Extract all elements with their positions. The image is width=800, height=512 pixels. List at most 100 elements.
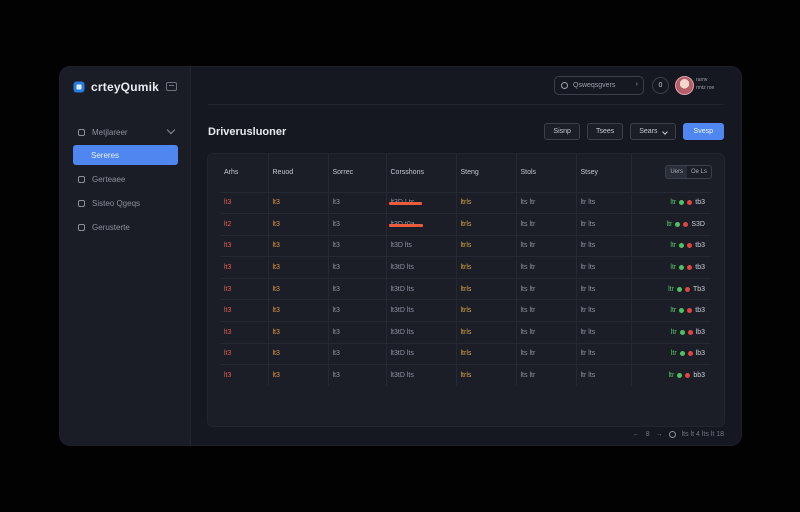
- item-icon: [78, 175, 85, 183]
- status-dot-icon: [679, 243, 685, 249]
- logo-icon: [73, 81, 85, 93]
- column-header[interactable]: Steng: [455, 154, 516, 192]
- cell-value: lt3tD lts: [390, 307, 414, 315]
- cell-value: lt3: [224, 285, 232, 293]
- cell-value: lt3: [272, 199, 280, 207]
- status-cell: ltr tb3: [630, 256, 711, 279]
- cell-value: ltr lts: [580, 372, 596, 380]
- sidebar-item-2[interactable]: Gerteaee: [73, 169, 178, 189]
- cell-value: lt3: [332, 220, 340, 228]
- cell-value: lt3: [272, 372, 280, 380]
- page-number[interactable]: 8: [646, 431, 650, 438]
- status-value: ltr: [670, 350, 677, 358]
- cell-value: ltrls: [460, 199, 472, 207]
- table-cell: lts ltr: [515, 299, 576, 322]
- table-row[interactable]: lt2 lt3 lt3 lt3D t0a ltrls lts ltr ltr lts ltr S…: [220, 213, 711, 236]
- status-dot-icon: [679, 200, 685, 206]
- search-input[interactable]: Qsweqsgvers ›: [554, 76, 644, 95]
- table-row[interactable]: lt3 lt3 lt3 lt3tD lts ltrls lts ltr ltr lts ltr…: [220, 299, 711, 322]
- column-header[interactable]: Corsshons: [385, 154, 456, 192]
- table-cell: ltr lts: [575, 256, 631, 279]
- status-code: S3D: [691, 220, 705, 228]
- table-row[interactable]: lt3 lt3 lt3 lt3tD lts ltrls lts ltr ltr lts ltr…: [220, 321, 711, 344]
- avatar[interactable]: [675, 76, 694, 95]
- table-cell: lts ltr: [515, 256, 576, 279]
- cell-value: lt3: [332, 264, 340, 272]
- search-placeholder: Qsweqsgvers: [573, 82, 616, 89]
- cell-value: lts ltr: [520, 242, 536, 250]
- table-row[interactable]: lt3 lt3 lt3 lt3tD lts ltrls lts ltr ltr lts ltr…: [220, 364, 711, 387]
- user-info[interactable]: rarrw rmtz roe: [696, 76, 724, 92]
- column-header[interactable]: Stsey: [575, 154, 631, 192]
- folder-icon: [78, 128, 85, 136]
- status-dot-icon: [687, 329, 693, 335]
- cell-value: lt3: [272, 220, 280, 228]
- prev-page-button[interactable]: ←: [633, 431, 640, 438]
- column-header[interactable]: Reuod: [267, 154, 328, 192]
- item-icon: [78, 223, 85, 231]
- table-cell: lt3: [327, 342, 386, 365]
- cell-value: lt3D Lts: [388, 199, 422, 207]
- cell-value: ltrls: [460, 350, 472, 358]
- item-icon: [78, 199, 85, 207]
- status-code: lb3: [695, 350, 705, 358]
- table-row[interactable]: lt3 lt3 lt3 lt3tD lts ltrls lts ltr ltr lts ltr…: [220, 256, 711, 279]
- sort-button[interactable]: Tsees: [586, 123, 624, 140]
- column-header[interactable]: Stols: [515, 154, 576, 192]
- status-value: ltr: [670, 242, 677, 250]
- table-row[interactable]: lt3 lt3 lt3 lt3D Lts ltrls lts ltr ltr lts ltr t…: [220, 191, 711, 214]
- table-cell: ltr lts: [575, 234, 631, 257]
- status-code: tb3: [695, 264, 705, 272]
- next-page-button[interactable]: →: [656, 431, 663, 438]
- cell-value: lt3: [332, 307, 340, 315]
- status-dot-icon: [684, 286, 690, 292]
- sidebar-item-active[interactable]: Sereres: [73, 145, 178, 165]
- table-cell: lts ltr: [515, 342, 576, 365]
- view-dropdown[interactable]: Sears: [630, 123, 676, 140]
- data-table-card: Uers Oe Ls Arhs Reuod Sorrec Corsshons S…: [207, 153, 725, 427]
- sidebar-nav: Metjlareer Sereres Gerteaee Sisteo Qgeqs…: [73, 122, 178, 237]
- user-role: rmtz roe: [696, 85, 715, 91]
- status-dot-icon: [687, 265, 693, 271]
- table-cell: lt3: [220, 256, 268, 279]
- table-cell: lt3tD lts: [385, 299, 456, 322]
- table-row[interactable]: lt3 lt3 lt3 lt3D lts ltrls lts ltr ltr lts ltr t…: [220, 234, 711, 257]
- table-cell: ltr lts: [575, 342, 631, 365]
- column-header[interactable]: Arhs: [220, 154, 268, 192]
- table-cell: lt3: [267, 299, 328, 322]
- cell-value: ltrls: [460, 372, 472, 380]
- cell-value: lt3: [224, 372, 232, 380]
- filter-button[interactable]: Sisnp: [544, 123, 580, 140]
- notification-button[interactable]: 0: [652, 77, 669, 94]
- page-search-icon[interactable]: [668, 431, 676, 438]
- table-row[interactable]: lt3 lt3 lt3 lt3tD lts ltrls lts ltr ltr lts ltr…: [220, 277, 711, 300]
- cell-value: lt3: [224, 328, 232, 336]
- main-content: Qsweqsgvers › 0 rarrw rmtz roe Driverusl…: [191, 67, 741, 445]
- table-cell: lt3D lts: [385, 234, 456, 257]
- primary-button[interactable]: Svesp: [682, 123, 724, 140]
- table-cell: lts ltr: [515, 191, 576, 214]
- brand[interactable]: crteyQumik: [73, 80, 159, 94]
- status-value: ltr: [670, 307, 677, 315]
- toolbar: Sisnp Tsees Sears Svesp: [544, 123, 724, 140]
- table-cell: lt3D t0a: [385, 213, 456, 236]
- sidebar-toggle-icon[interactable]: [166, 82, 177, 91]
- sidebar-item-3[interactable]: Sisteo Qgeqs: [73, 193, 178, 213]
- cell-value: ltrls: [460, 285, 472, 293]
- status-value: ltr: [670, 328, 677, 336]
- table-cell: ltr lts: [575, 299, 631, 322]
- cell-value: lts ltr: [520, 285, 536, 293]
- cell-value: lt3D t0a: [388, 220, 423, 228]
- cell-value: lt3: [332, 328, 340, 336]
- column-header[interactable]: Sorrec: [327, 154, 386, 192]
- table-cell: lt3: [327, 256, 386, 279]
- table-row[interactable]: lt3 lt3 lt3 lt3tD lts ltrls lts ltr ltr lts ltr…: [220, 342, 711, 365]
- cell-value: lt3: [272, 264, 280, 272]
- table-cell: ltr lts: [575, 364, 631, 387]
- sidebar-item-4[interactable]: Gerusterte: [73, 217, 178, 237]
- table-cell: lts ltr: [515, 277, 576, 300]
- sidebar-group-toggle[interactable]: Metjlareer: [73, 122, 178, 142]
- status-dot-icon: [675, 221, 681, 227]
- table-cell: lt3: [220, 234, 268, 257]
- table-cell: ltrls: [455, 299, 516, 322]
